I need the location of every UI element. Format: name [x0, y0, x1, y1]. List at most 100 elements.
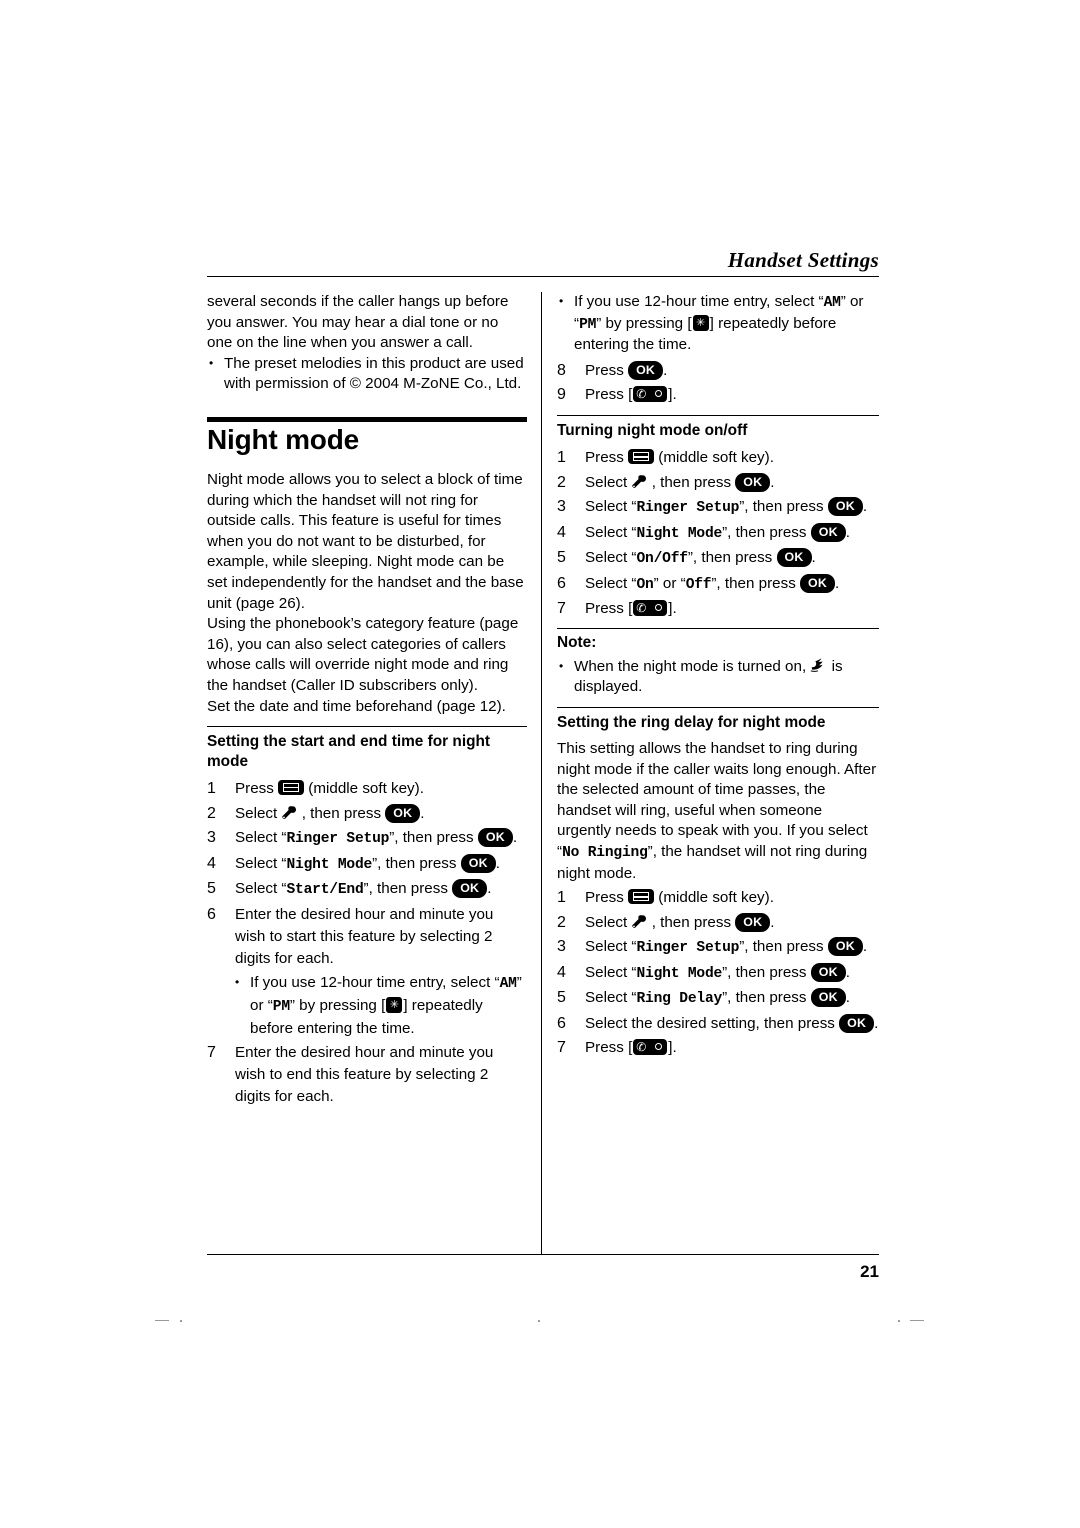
step-text-mid: ”, then press — [739, 498, 824, 516]
step-text: Press — [585, 600, 624, 618]
step-text: Press — [585, 361, 624, 379]
step-text: Enter the desired hour and minute you wi… — [235, 1044, 494, 1106]
crop-mark — [910, 1320, 924, 1321]
step-number: 1 — [557, 889, 566, 907]
soft-key-icon — [628, 889, 655, 905]
step-item: 3 Select “Ringer Setup”, then press OK. — [207, 827, 527, 850]
ok-key-icon: OK — [477, 828, 513, 848]
menu-value: No Ringing — [562, 845, 648, 862]
step-item: 3 Select “Ringer Setup”, then press OK. — [557, 936, 879, 959]
step-item: 4 Select “Night Mode”, then press OK. — [207, 853, 527, 876]
ok-key-icon: OK — [776, 548, 812, 568]
step-item: 6 Select the desired setting, then press… — [557, 1013, 879, 1035]
column-divider — [541, 292, 542, 1254]
step-text-mid: ”, then press — [739, 938, 824, 956]
intro-paragraph-3: Set the date and time beforehand (page 1… — [207, 697, 506, 715]
step-number: 2 — [557, 913, 566, 931]
menu-value: PM — [579, 316, 597, 333]
step-number: 9 — [557, 386, 566, 404]
ok-key-icon: OK — [452, 879, 488, 899]
step-item: 7 Enter the desired hour and minute you … — [207, 1042, 527, 1108]
step-text-mid: ”, then press — [722, 989, 807, 1007]
header-divider — [207, 276, 879, 277]
step-number: 7 — [557, 600, 566, 618]
step-text: Select “ — [235, 880, 287, 898]
step-item: 1 Press (middle soft key). — [557, 887, 879, 909]
menu-value: Night Mode — [636, 525, 723, 542]
step-item: 6 Select “On” or “Off”, then press OK. — [557, 573, 879, 596]
step-text-mid: ”, then press — [372, 854, 457, 872]
bullet-text-after: ” by pressing — [596, 314, 684, 332]
star-key-wrap: [] — [381, 996, 408, 1014]
step-text: Press — [585, 1039, 624, 1057]
step-text: Select — [585, 473, 628, 491]
menu-value: Ringer Setup — [286, 831, 390, 848]
step-text-after: . — [770, 473, 775, 491]
step-text: Select “ — [235, 829, 287, 847]
ok-key-icon: OK — [628, 360, 664, 380]
page-header: Handset Settings — [207, 248, 879, 277]
menu-value: Start/End — [286, 882, 364, 899]
step-number: 4 — [557, 523, 566, 541]
step-item: 2 Select , then press OK. — [557, 912, 879, 934]
step-number: 7 — [557, 1039, 566, 1057]
step-text-after: . — [672, 600, 677, 618]
step-number: 5 — [207, 880, 216, 898]
sub-text: If you use 12-hour time entry, select “ — [250, 973, 500, 991]
step-text: Enter the desired hour and minute you wi… — [235, 905, 494, 967]
step-text: Select “ — [585, 549, 637, 567]
soft-key-icon — [278, 780, 305, 796]
step-number: 6 — [557, 1014, 566, 1032]
note-text: When the night mode is turned on, — [574, 657, 807, 675]
step-text-after: . — [835, 574, 840, 592]
step-item: 5 Select “Ring Delay”, then press OK. — [557, 987, 879, 1010]
step-number: 6 — [207, 905, 216, 923]
menu-value: On/Off — [636, 551, 689, 568]
ok-key-icon: OK — [385, 803, 421, 823]
step-text-after: . — [420, 804, 425, 822]
step-item: 2 Select , then press OK. — [207, 803, 527, 825]
step-sub-bullet: If you use 12-hour time entry, select “A… — [235, 971, 527, 1040]
menu-value: Ringer Setup — [636, 500, 740, 517]
step-text-after: . — [672, 1039, 677, 1057]
step-text: Press — [585, 386, 624, 404]
step-item: 1 Press (middle soft key). — [207, 778, 527, 800]
bullet-preset-melodies: The preset melodies in this product are … — [207, 353, 527, 395]
step-number: 7 — [207, 1044, 216, 1062]
step-text-after: (middle soft key). — [658, 889, 774, 907]
wrench-icon — [281, 805, 297, 820]
step-number: 4 — [207, 854, 216, 872]
ok-key-icon: OK — [735, 912, 771, 932]
step-text-after: . — [672, 386, 677, 404]
step-number: 8 — [557, 361, 566, 379]
ok-key-icon: OK — [827, 497, 863, 517]
step-number: 6 — [557, 574, 566, 592]
step-number: 5 — [557, 989, 566, 1007]
chapter-rule — [207, 416, 527, 422]
crop-dot — [180, 1320, 182, 1322]
ok-key-icon: OK — [460, 853, 496, 873]
menu-value: Night Mode — [636, 965, 723, 982]
ok-key-icon: OK — [839, 1013, 875, 1033]
step-text-after: . — [845, 989, 850, 1007]
off-key-icon — [633, 1039, 668, 1056]
star-key-icon — [692, 314, 709, 331]
step-text: Select “ — [585, 963, 637, 981]
step-number: 1 — [207, 780, 216, 798]
crop-dot — [538, 1320, 540, 1322]
step-text-mid: , then press — [301, 804, 382, 822]
step-text-after: . — [663, 361, 668, 379]
step-text-mid2: ”, then press — [711, 574, 796, 592]
night-mode-icon — [810, 658, 827, 673]
step-item: 4 Select “Night Mode”, then press OK. — [557, 962, 879, 985]
left-column: several seconds if the caller hangs up b… — [207, 292, 527, 1111]
step-text: Select — [585, 913, 628, 931]
wrench-icon — [631, 474, 647, 489]
step-text-after: . — [862, 498, 868, 516]
step-text-after: . — [845, 963, 850, 981]
step-text: Select “ — [585, 498, 637, 516]
page-number: 21 — [860, 1262, 879, 1281]
step-text-mid: ”, then press — [363, 880, 448, 898]
chapter-title: Night mode — [207, 423, 359, 455]
step-text: Select “ — [585, 523, 637, 541]
